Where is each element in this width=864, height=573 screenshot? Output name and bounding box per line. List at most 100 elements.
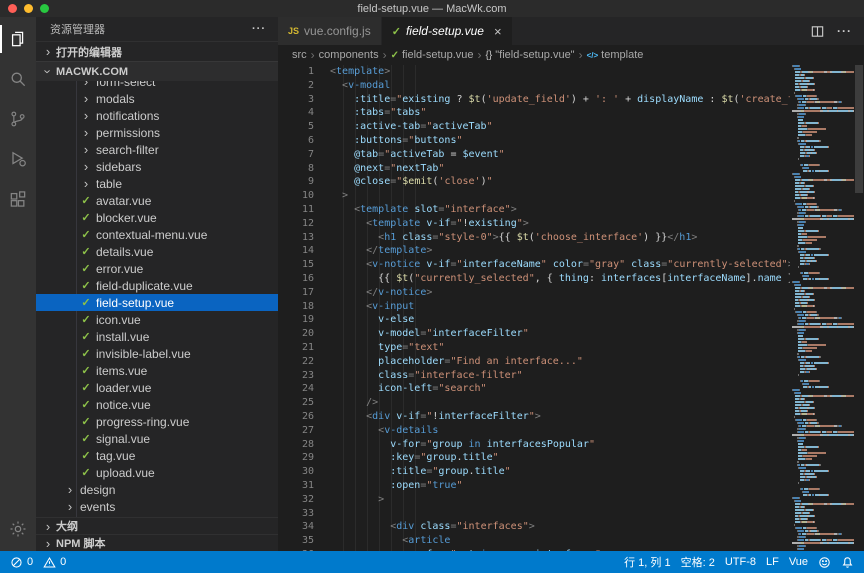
tree-item[interactable]: ✓invisible-label.vue (36, 345, 278, 362)
code-line[interactable]: 12 <template v-if="!existing"> (278, 217, 790, 231)
activitybar-source-control[interactable] (0, 99, 36, 139)
tree-item[interactable]: ✓items.vue (36, 362, 278, 379)
breadcrumb-item[interactable]: {}"field-setup.vue" (486, 49, 575, 61)
code-line[interactable]: 26 <div v-if="!interfaceFilter"> (278, 410, 790, 424)
tree-item[interactable]: ✓install.vue (36, 328, 278, 345)
tree-item[interactable]: ✓loader.vue (36, 379, 278, 396)
status-item[interactable]: 行 1, 列 1 (624, 554, 670, 570)
status-item[interactable]: LF (766, 556, 779, 568)
code-line[interactable]: 28 v-for="group in interfacesPopular" (278, 438, 790, 452)
code-line[interactable]: 32 > (278, 493, 790, 507)
code-line[interactable]: 23 class="interface-filter" (278, 369, 790, 383)
code-line[interactable]: 29 :key="group.title" (278, 451, 790, 465)
tree-item[interactable]: ✓field-setup.vue (36, 294, 278, 311)
code-line[interactable]: 33 (278, 507, 790, 521)
activitybar-explorer[interactable] (0, 19, 36, 59)
code-line[interactable]: 8 @next="nextTab" (278, 162, 790, 176)
tree-item[interactable]: ›permissions (36, 124, 278, 141)
section-open-editors[interactable]: › 打开的编辑器 (36, 41, 278, 61)
tree-item[interactable]: ✓blocker.vue (36, 209, 278, 226)
editor[interactable]: 1<template>2 <v-modal3 :title="existing … (278, 65, 864, 551)
tree-item[interactable]: ✓progress-ring.vue (36, 413, 278, 430)
tree-item[interactable]: ✓field-duplicate.vue (36, 277, 278, 294)
tree-item[interactable]: ✓signal.vue (36, 430, 278, 447)
section-workspace[interactable]: › MACWK.COM (36, 61, 278, 81)
scrollbar[interactable] (854, 65, 864, 551)
close-button[interactable] (8, 4, 17, 13)
section-outline[interactable]: › 大纲 (36, 517, 278, 534)
status-item[interactable]: Vue (789, 556, 808, 568)
code-line[interactable]: 15 <v-notice v-if="interfaceName" color=… (278, 258, 790, 272)
more-actions-icon[interactable]: ··· (252, 23, 266, 35)
split-editor-button[interactable] (810, 24, 825, 39)
code-line[interactable]: 5 :active-tab="activeTab" (278, 120, 790, 134)
activitybar-extensions[interactable] (0, 179, 36, 219)
code-line[interactable]: 20 v-model="interfaceFilter" (278, 327, 790, 341)
code-line[interactable]: 17 </v-notice> (278, 286, 790, 300)
tree-item[interactable]: ✓tag.vue (36, 447, 278, 464)
scrollbar-thumb[interactable] (855, 65, 863, 193)
tree-item[interactable]: ›modals (36, 90, 278, 107)
code-line[interactable]: 24 icon-left="search" (278, 382, 790, 396)
code-line[interactable]: 31 :open="true" (278, 479, 790, 493)
code-line[interactable]: 6 :buttons="buttons" (278, 134, 790, 148)
breadcrumb-item[interactable]: components (319, 49, 379, 61)
status-warning[interactable]: 0 (43, 556, 66, 569)
tree-item[interactable]: ›form-select (36, 81, 278, 90)
tree-item[interactable]: ✓notice.vue (36, 396, 278, 413)
status-item[interactable]: 空格: 2 (681, 554, 715, 570)
code-line[interactable]: 27 <v-details (278, 424, 790, 438)
code-line[interactable]: 4 :tabs="tabs" (278, 106, 790, 120)
activitybar-search[interactable] (0, 59, 36, 99)
code-line[interactable]: 9 @close="$emit('close')" (278, 175, 790, 189)
section-npm-scripts[interactable]: › NPM 脚本 (36, 534, 278, 551)
code-line[interactable]: 2 <v-modal (278, 79, 790, 93)
status-bell[interactable] (841, 556, 854, 569)
breadcrumb-item[interactable]: src (292, 49, 307, 61)
code-line[interactable]: 25 /> (278, 396, 790, 410)
close-icon[interactable]: × (494, 24, 502, 39)
code-line[interactable]: 13 <h1 class="style-0">{{ $t('choose_int… (278, 231, 790, 245)
ellipsis-button[interactable]: ··· (837, 24, 852, 38)
tree-item[interactable]: ›design (36, 481, 278, 498)
status-item[interactable]: UTF-8 (725, 556, 756, 568)
tree-item[interactable]: ✓details.vue (36, 243, 278, 260)
code-line[interactable]: 36 v-for="ext in group.interfaces" (278, 548, 790, 551)
code-line[interactable]: 35 <article (278, 534, 790, 548)
code-area[interactable]: 1<template>2 <v-modal3 :title="existing … (278, 65, 790, 551)
code-line[interactable]: 16 {{ $t("currently_selected", { thing: … (278, 272, 790, 286)
tab-vue.config.js[interactable]: JSvue.config.js (278, 17, 382, 45)
tree-item[interactable]: ✓avatar.vue (36, 192, 278, 209)
activitybar-debug[interactable] (0, 139, 36, 179)
code-line[interactable]: 11 <template slot="interface"> (278, 203, 790, 217)
tree-item[interactable]: ✓icon.vue (36, 311, 278, 328)
tree-item[interactable]: ✓upload.vue (36, 464, 278, 481)
code-line[interactable]: 21 type="text" (278, 341, 790, 355)
code-line[interactable]: 10 > (278, 189, 790, 203)
code-line[interactable]: 22 placeholder="Find an interface..." (278, 355, 790, 369)
status-error[interactable]: 0 (10, 556, 33, 569)
code-line[interactable]: 19 v-else (278, 313, 790, 327)
code-line[interactable]: 14 </template> (278, 244, 790, 258)
code-line[interactable]: 30 :title="group.title" (278, 465, 790, 479)
minimap[interactable] (790, 65, 854, 551)
tree-item[interactable]: ›search-filter (36, 141, 278, 158)
tree-item[interactable]: ›events (36, 498, 278, 515)
code-line[interactable]: 18 <v-input (278, 300, 790, 314)
code-line[interactable]: 1<template> (278, 65, 790, 79)
code-line[interactable]: 34 <div class="interfaces"> (278, 520, 790, 534)
breadcrumb-item[interactable]: </>template (587, 49, 644, 61)
tree-item[interactable]: ✓error.vue (36, 260, 278, 277)
tree-item[interactable]: ✓contextual-menu.vue (36, 226, 278, 243)
minimize-button[interactable] (24, 4, 33, 13)
activitybar-settings[interactable] (0, 509, 36, 549)
code-line[interactable]: 7 @tab="activeTab = $event" (278, 148, 790, 162)
zoom-button[interactable] (40, 4, 49, 13)
code-line[interactable]: 3 :title="existing ? $t('update_field') … (278, 93, 790, 107)
tree-item[interactable]: ›table (36, 175, 278, 192)
tree-item[interactable]: ›notifications (36, 107, 278, 124)
status-smiley[interactable] (818, 556, 831, 569)
breadcrumb-item[interactable]: ✓field-setup.vue (391, 49, 474, 61)
tab-field-setup.vue[interactable]: ✓field-setup.vue× (382, 17, 513, 45)
tree-item[interactable]: ›sidebars (36, 158, 278, 175)
